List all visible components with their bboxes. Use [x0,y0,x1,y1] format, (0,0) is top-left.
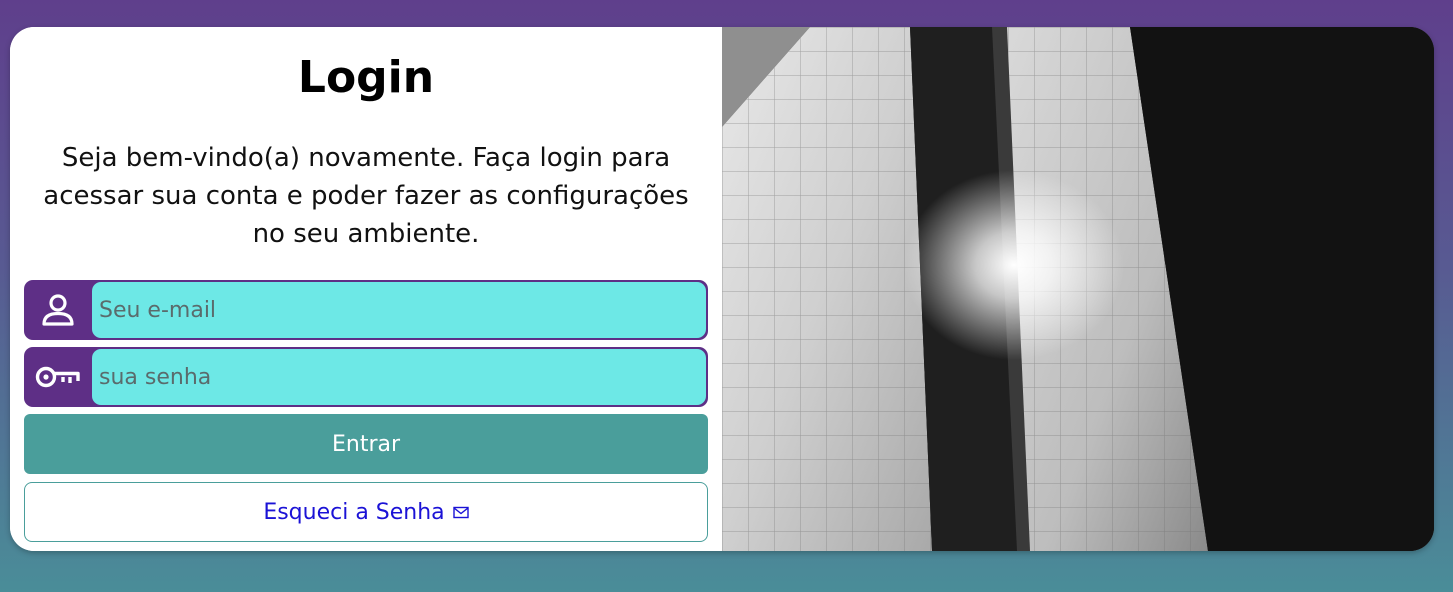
password-field [24,347,708,407]
building-photo [722,27,1434,551]
envelope-icon [452,500,469,525]
welcome-message: Seja bem-vindo(a) novamente. Faça login … [43,143,689,249]
forgot-password-label: Esqueci a Senha [263,499,445,525]
login-panel: Login Seja bem-vindo(a) novamente. Faça … [10,27,722,551]
login-button-label: Entrar [331,431,401,457]
login-card: Login Seja bem-vindo(a) novamente. Faça … [10,27,1434,551]
email-input[interactable] [92,282,706,338]
key-icon [24,347,92,407]
password-input[interactable] [92,349,706,405]
page-title: Login [297,52,435,103]
login-button[interactable]: Entrar [24,414,708,474]
forgot-password-button[interactable]: Esqueci a Senha [24,482,708,542]
user-icon [24,280,92,340]
email-field [24,280,708,340]
